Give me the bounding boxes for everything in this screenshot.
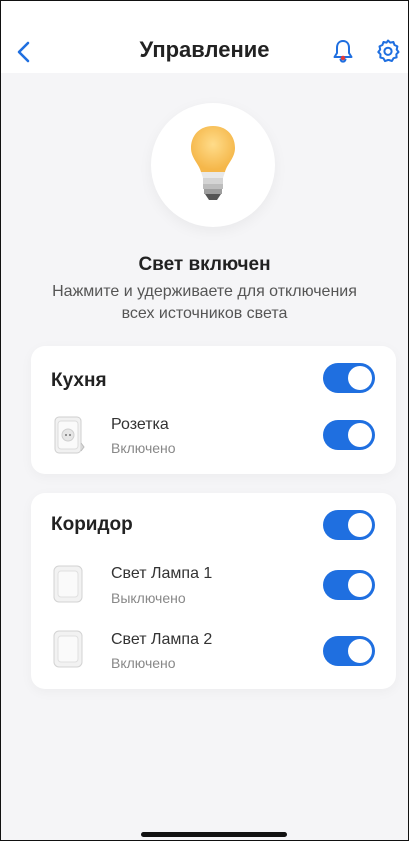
device-toggle[interactable] — [323, 636, 375, 666]
top-bar: Управление — [1, 1, 408, 73]
room-card-corridor: Коридор Свет Лампа 1 Выключено Свет Ламп… — [31, 493, 396, 689]
room-card-kitchen: Кухня Розетка Включено — [31, 346, 396, 474]
socket-icon — [54, 416, 85, 454]
device-toggle[interactable] — [323, 570, 375, 600]
device-state: Включено — [111, 655, 176, 671]
bell-icon[interactable] — [331, 38, 355, 64]
wall-switch-icon — [53, 630, 83, 668]
device-state: Выключено — [111, 590, 186, 606]
light-bulb-icon — [191, 126, 235, 200]
room-toggle[interactable] — [323, 363, 375, 393]
home-indicator[interactable] — [141, 832, 287, 837]
main-light-button[interactable] — [151, 103, 275, 227]
device-name: Свет Лампа 1 — [111, 565, 213, 582]
wall-switch-icon — [53, 565, 83, 603]
light-status-title: Свет включен — [138, 254, 271, 275]
device-name: Свет Лампа 2 — [111, 631, 213, 648]
device-state: Включено — [111, 440, 176, 456]
room-title: Кухня — [51, 370, 107, 391]
device-name: Розетка — [111, 416, 169, 433]
room-toggle[interactable] — [323, 510, 375, 540]
app-screen: Управление Свет включен Нажмите и удержи… — [0, 0, 409, 841]
gear-icon[interactable] — [375, 38, 401, 64]
light-status-hint: Нажмите и удерживаете для отключения все… — [52, 283, 357, 322]
room-title: Коридор — [51, 514, 133, 535]
device-toggle[interactable] — [323, 420, 375, 450]
